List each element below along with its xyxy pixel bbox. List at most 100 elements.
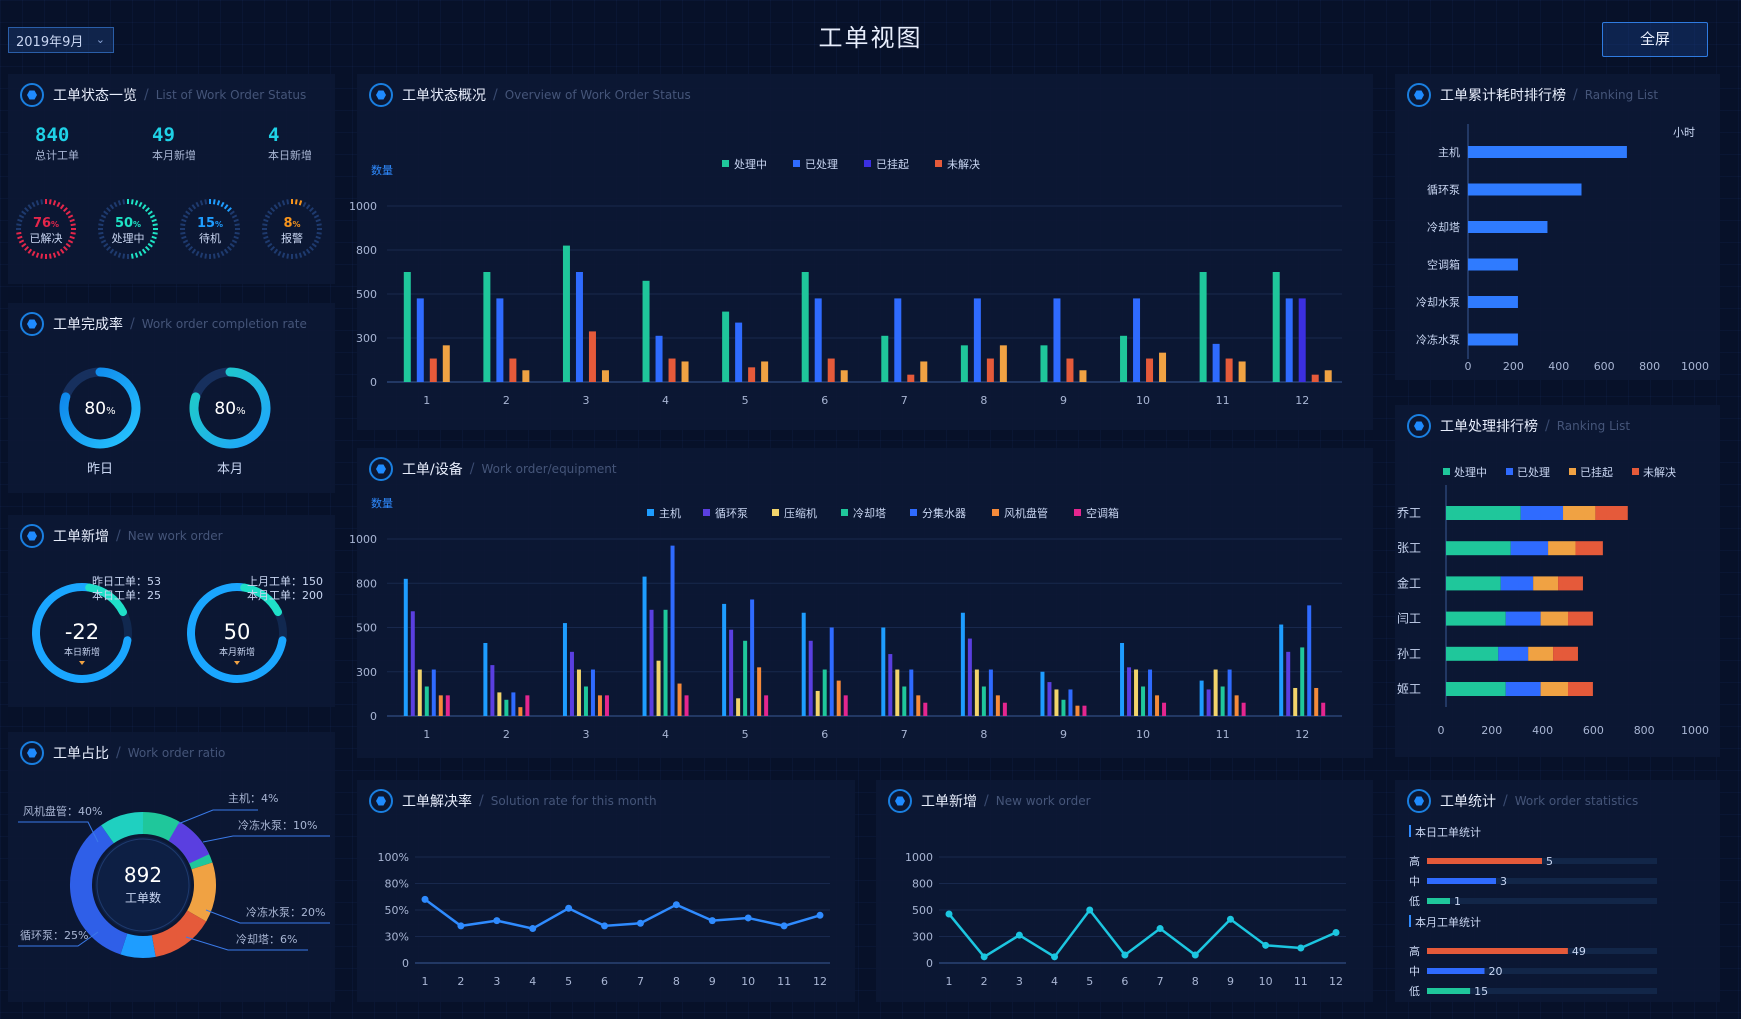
status-panel: 工单状态一览 / List of Work Order Status 840 总计工… xyxy=(8,74,335,284)
data-point xyxy=(1332,929,1340,937)
bar xyxy=(1468,258,1518,271)
gauge-tick xyxy=(18,239,25,244)
x-tick-label: 1000 xyxy=(1681,360,1709,373)
x-tick-label: 5 xyxy=(565,975,572,988)
bar xyxy=(1468,333,1518,346)
new-order-line-panel: 工单新增 / New work order 0 300 500 800 1000 1 2 3 4 5… xyxy=(876,780,1373,1002)
bar xyxy=(894,298,902,382)
x-tick-label: 10 xyxy=(1136,394,1150,407)
fullscreen-button[interactable]: 全屏 xyxy=(1602,22,1708,57)
bar xyxy=(1120,335,1128,382)
gauge-tick xyxy=(270,245,276,251)
y-tick-label: 500 xyxy=(356,622,377,635)
gauge-tick xyxy=(204,199,208,205)
bar xyxy=(801,612,806,716)
bar-segment xyxy=(1548,541,1576,556)
data-point xyxy=(457,922,465,930)
y-tick-label: 1000 xyxy=(349,200,377,213)
data-point xyxy=(529,925,537,933)
legend-label: 未解决 xyxy=(1643,465,1676,479)
bar xyxy=(750,599,755,716)
bar xyxy=(881,627,886,716)
bar xyxy=(1468,221,1548,233)
y-tick-label: 0 xyxy=(926,957,933,970)
gauge-tick xyxy=(316,223,322,227)
y-tick-label: 30% xyxy=(385,931,409,944)
gauge-value: 8% xyxy=(283,216,300,231)
bar xyxy=(588,331,596,382)
bar-segment xyxy=(1553,646,1578,661)
gauge-tick xyxy=(122,253,126,259)
bar xyxy=(483,272,491,382)
bar xyxy=(604,695,609,716)
legend-swatch xyxy=(772,509,779,516)
legend-swatch xyxy=(793,160,800,167)
category-label: 金工 xyxy=(1397,575,1421,590)
section-title: 本日工单统计 xyxy=(1415,825,1481,839)
bar xyxy=(722,311,730,382)
bar xyxy=(403,272,411,382)
ring-note: 本日工单：25 xyxy=(92,588,161,602)
data-point xyxy=(980,953,988,961)
bar xyxy=(999,345,1007,382)
gauge-tick xyxy=(98,231,104,235)
gauge-tick xyxy=(147,210,153,216)
bar xyxy=(1127,667,1132,716)
legend-swatch xyxy=(1632,468,1639,475)
gauge-tick xyxy=(229,210,235,216)
bar xyxy=(757,667,762,716)
gauge-tick xyxy=(152,223,158,227)
gauge-tick xyxy=(267,210,273,216)
gauge-tick xyxy=(48,253,52,259)
y-tick-label: 500 xyxy=(356,288,377,301)
y-tick-label: 800 xyxy=(356,244,377,257)
x-tick-label: 12 xyxy=(813,975,827,988)
level-label: 中 xyxy=(1409,965,1420,978)
gauge-tick xyxy=(31,201,36,208)
x-tick-label: 9 xyxy=(1227,975,1234,988)
bar-track xyxy=(1427,898,1657,904)
x-tick-label: 1 xyxy=(423,394,430,407)
gauge-tick xyxy=(212,199,216,205)
y-tick-label: 1000 xyxy=(905,851,933,864)
ratio-panel: 工单占比 / Work order ratio 892 工单数 主机：4% 冷冻水泵：1… xyxy=(8,732,335,1002)
gauge-tick xyxy=(117,200,122,206)
overview-bar-chart: 数量030050080010001 2 3 4 5 6 7 8 9 10 11 12处理中 已处理 已挂起… xyxy=(349,157,1342,407)
x-tick-label: 6 xyxy=(601,975,608,988)
gauge-tick xyxy=(195,201,200,208)
bar xyxy=(1199,680,1204,716)
gauge-tick xyxy=(117,252,122,258)
gauge-tick xyxy=(70,231,76,235)
category-label: 主机 xyxy=(1438,145,1460,159)
legend-label: 主机 xyxy=(659,506,681,520)
category-label: 冷冻水泵 xyxy=(1416,333,1460,347)
gauge-tick xyxy=(24,207,30,213)
x-tick-label: 9 xyxy=(1060,394,1067,407)
gauge-tick xyxy=(27,204,33,210)
ratio-label: 冷冻水泵：20% xyxy=(246,905,325,919)
bar-segment xyxy=(1568,611,1593,626)
ratio-label: 风机盘管：40% xyxy=(23,804,102,818)
gauge-tick xyxy=(294,253,298,259)
bar xyxy=(920,361,928,382)
data-point xyxy=(1262,941,1270,949)
gauge-tick xyxy=(294,199,298,205)
bar xyxy=(735,322,743,382)
data-point xyxy=(1086,906,1094,914)
bar xyxy=(1300,647,1305,716)
bar xyxy=(438,695,443,716)
bar-value: 5 xyxy=(1546,855,1553,868)
bar xyxy=(1212,343,1220,382)
bar xyxy=(1148,669,1153,716)
bar xyxy=(960,345,968,382)
statistics-bars: 本日工单统计高 5中 3低 1本月工单统计高 49中 20低 15 xyxy=(1409,825,1657,998)
gauge-tick xyxy=(65,210,71,216)
bar xyxy=(677,683,682,716)
bar-segment xyxy=(1500,576,1534,591)
x-tick-label: 9 xyxy=(709,975,716,988)
ring-value: 80% xyxy=(214,399,245,419)
gauge-label: 已解决 xyxy=(30,231,63,245)
ratio-label: 冷却塔：6% xyxy=(236,933,297,946)
section-marker xyxy=(1409,915,1411,927)
x-tick-label: 3 xyxy=(582,728,589,741)
